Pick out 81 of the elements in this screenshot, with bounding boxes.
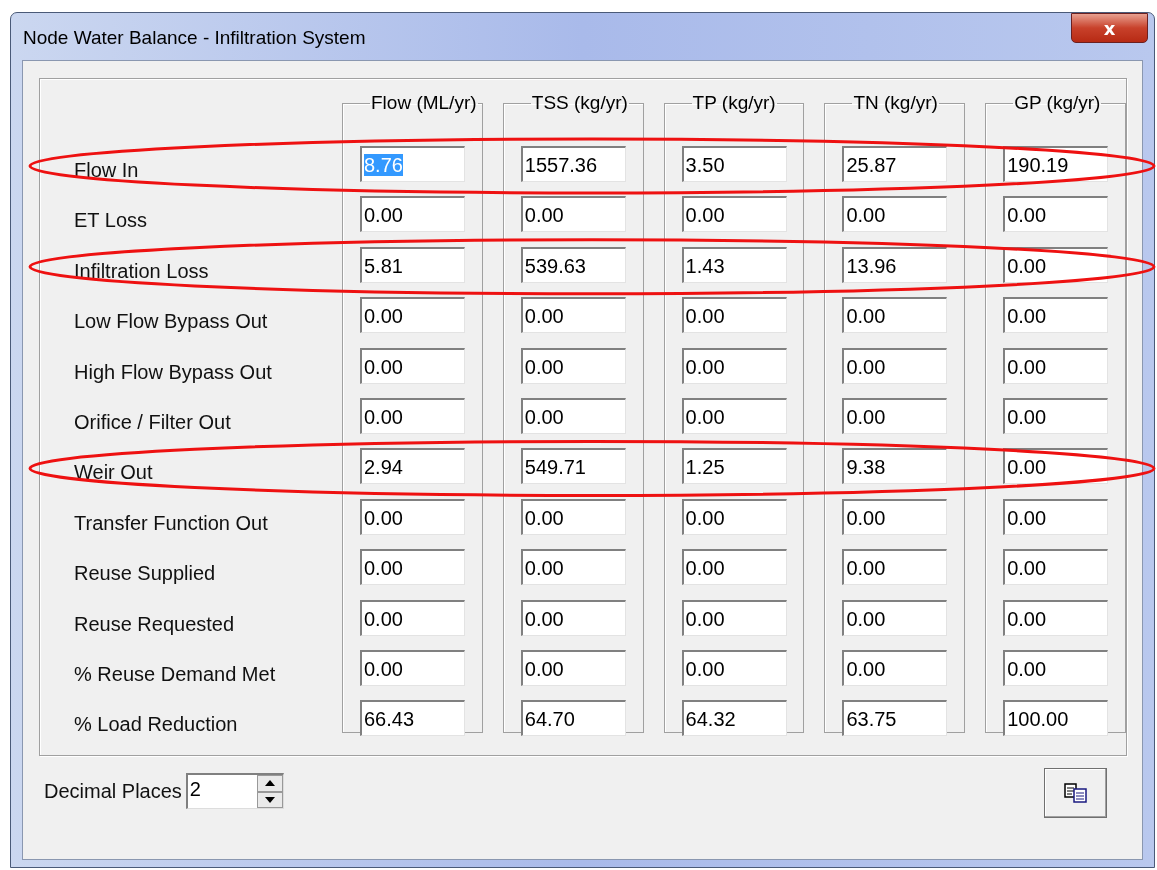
row-label: Reuse Requested <box>74 611 236 637</box>
value-field[interactable]: 0.00 <box>360 549 465 586</box>
value-field[interactable]: 5.81 <box>360 246 465 283</box>
value-field[interactable]: 9.38 <box>842 448 948 485</box>
row-label: Weir Out <box>74 460 154 486</box>
value-field[interactable]: 0.00 <box>360 196 465 233</box>
value-field[interactable]: 0.00 <box>1003 196 1109 233</box>
value-field[interactable]: 0.00 <box>681 649 787 686</box>
value-field[interactable]: 0.00 <box>360 347 465 384</box>
window-title: Node Water Balance - Infiltration System <box>22 26 366 49</box>
value-field[interactable]: 0.00 <box>520 599 626 636</box>
row-label: Infiltration Loss <box>74 258 210 284</box>
value-field[interactable]: 0.00 <box>360 649 465 686</box>
value-field[interactable]: 2.94 <box>360 448 465 485</box>
row-label: ET Loss <box>74 208 148 234</box>
value-field[interactable]: 0.00 <box>520 397 626 434</box>
column-header: TN (kg/yr) <box>852 92 939 114</box>
value-field[interactable]: 0.00 <box>842 549 948 586</box>
value-field[interactable]: 0.00 <box>681 196 787 233</box>
value-field[interactable]: 539.63 <box>520 246 626 283</box>
value-field[interactable]: 0.00 <box>681 549 787 586</box>
value-field[interactable]: 0.00 <box>1003 649 1109 686</box>
value-field[interactable]: 0.00 <box>1003 347 1109 384</box>
column-header: Flow (ML/yr) <box>370 92 478 114</box>
value-field[interactable]: 64.70 <box>520 700 626 737</box>
down-arrow-icon[interactable] <box>264 796 275 803</box>
value-field[interactable]: 1.43 <box>681 246 787 283</box>
value-field[interactable]: 0.00 <box>842 196 948 233</box>
value-field[interactable]: 0.00 <box>520 549 626 586</box>
value-field[interactable]: 0.00 <box>681 599 787 636</box>
value-field[interactable]: 0.00 <box>360 397 465 434</box>
row-label: Low Flow Bypass Out <box>74 309 269 335</box>
decimal-places-label: Decimal Places <box>44 779 182 803</box>
value-field[interactable]: 0.00 <box>520 297 626 334</box>
copy-button[interactable] <box>1044 768 1107 818</box>
value-field[interactable]: 0.00 <box>360 297 465 334</box>
row-label: % Reuse Demand Met <box>74 661 277 687</box>
value-field[interactable]: 25.87 <box>842 146 948 182</box>
value-field[interactable]: 0.00 <box>681 347 787 384</box>
value-field[interactable]: 13.96 <box>842 246 948 283</box>
value-field[interactable]: 1.25 <box>681 448 787 485</box>
decimal-places-spinner[interactable]: 2 <box>185 773 284 809</box>
value-field[interactable]: 0.00 <box>842 649 948 686</box>
value-field[interactable]: 0.00 <box>520 649 626 686</box>
value-field[interactable]: 0.00 <box>1003 498 1109 535</box>
column-header: TP (kg/yr) <box>691 92 777 114</box>
value-field[interactable]: 0.00 <box>1003 599 1109 636</box>
value-field[interactable]: 0.00 <box>520 196 626 233</box>
row-label: Orifice / Filter Out <box>74 409 232 435</box>
value-field[interactable]: 0.00 <box>842 397 948 434</box>
value-field[interactable]: 63.75 <box>842 700 948 737</box>
value-field[interactable]: 0.00 <box>842 599 948 636</box>
row-label: % Load Reduction <box>74 712 239 738</box>
value-field[interactable]: 0.00 <box>681 498 787 535</box>
value-field[interactable]: 0.00 <box>681 397 787 434</box>
row-label: Flow In <box>74 158 140 183</box>
column-header: GP (kg/yr) <box>1013 92 1102 114</box>
value-field[interactable]: 0.00 <box>1003 297 1109 334</box>
value-field[interactable]: 1557.36 <box>520 146 626 182</box>
row-label: Reuse Supplied <box>74 561 217 587</box>
row-label: High Flow Bypass Out <box>74 359 273 385</box>
value-field[interactable]: 0.00 <box>520 498 626 535</box>
value-field[interactable]: 0.00 <box>520 347 626 384</box>
value-field[interactable]: 0.00 <box>1003 549 1109 586</box>
up-arrow-icon[interactable] <box>264 780 275 787</box>
value-field[interactable]: 549.71 <box>520 448 626 485</box>
value-field[interactable]: 0.00 <box>842 297 948 334</box>
copy-icon <box>1063 783 1088 803</box>
row-label: Transfer Function Out <box>74 510 269 536</box>
close-button[interactable]: x <box>1071 13 1148 43</box>
value-field[interactable]: 3.50 <box>681 146 787 182</box>
value-field[interactable]: 66.43 <box>360 700 465 737</box>
value-field[interactable]: 64.32 <box>681 700 787 737</box>
value-field[interactable]: 0.00 <box>842 347 948 384</box>
value-field[interactable]: 100.00 <box>1003 700 1109 737</box>
value-field[interactable]: 0.00 <box>1003 397 1109 434</box>
value-field[interactable]: 0.00 <box>842 498 948 535</box>
value-field[interactable]: 0.00 <box>360 599 465 636</box>
value-field[interactable]: 0.00 <box>681 297 787 334</box>
value-field[interactable]: 0.00 <box>360 498 465 535</box>
column-header: TSS (kg/yr) <box>530 92 629 114</box>
